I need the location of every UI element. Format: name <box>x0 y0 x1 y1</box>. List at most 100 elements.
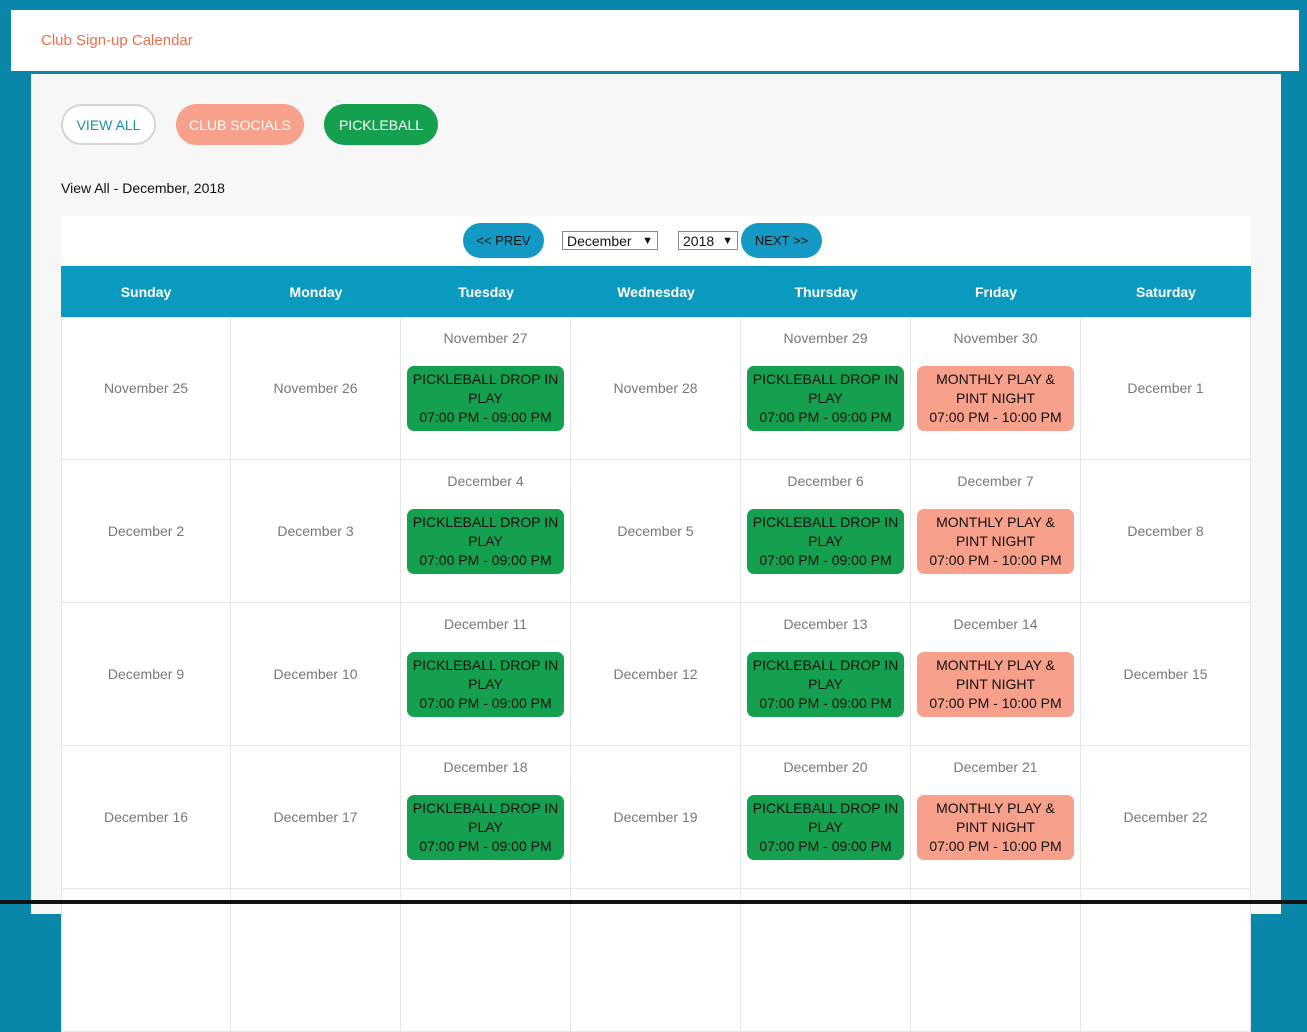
day-cell[interactable]: November 28 <box>571 317 741 460</box>
day-date: November 25 <box>103 380 189 396</box>
calendar-week: December 16 December 17 December 18 PICK… <box>61 746 1251 889</box>
view-all-button[interactable]: VIEW ALL <box>61 104 156 145</box>
day-cell[interactable]: December 14 MONTHLY PLAY & PINT NIGHT 07… <box>911 603 1081 746</box>
next-month-button[interactable]: NEXT >> <box>741 223 822 258</box>
weekday-thursday: Thursday <box>794 283 858 300</box>
day-cell[interactable]: December 1 <box>1081 317 1251 460</box>
event-title-line2: PINT NIGHT <box>955 676 1036 692</box>
event-time: 07:00 PM - 09:00 PM <box>759 409 892 425</box>
event-title-line1: MONTHLY PLAY & <box>936 657 1055 673</box>
event-time: 07:00 PM - 10:00 PM <box>929 695 1062 711</box>
pickleball-button[interactable]: PICKLEBALL <box>324 104 438 145</box>
day-cell[interactable] <box>911 889 1081 1032</box>
day-cell[interactable]: December 9 <box>61 603 231 746</box>
year-select[interactable]: 2018 ▼ <box>678 231 738 250</box>
day-cell[interactable]: November 27 PICKLEBALL DROP IN PLAY 07:0… <box>401 317 571 460</box>
calendar-week <box>61 889 1251 1032</box>
pickleball-event[interactable]: PICKLEBALL DROP IN PLAY 07:00 PM - 09:00… <box>747 509 904 574</box>
day-date: December 13 <box>783 616 868 632</box>
day-cell[interactable]: December 17 <box>231 746 401 889</box>
day-cell[interactable]: December 12 <box>571 603 741 746</box>
day-cell[interactable]: December 16 <box>61 746 231 889</box>
event-time: 07:00 PM - 09:00 PM <box>419 695 552 711</box>
social-event[interactable]: MONTHLY PLAY & PINT NIGHT 07:00 PM - 10:… <box>917 509 1074 574</box>
day-cell[interactable] <box>231 889 401 1032</box>
day-cell[interactable]: December 4 PICKLEBALL DROP IN PLAY 07:00… <box>401 460 571 603</box>
event-title-line1: PICKLEBALL DROP IN <box>752 657 899 673</box>
day-cell[interactable] <box>741 889 911 1032</box>
day-date: December 6 <box>787 473 864 489</box>
weekday-tuesday: Tuesday <box>458 283 514 300</box>
event-title-line1: MONTHLY PLAY & <box>936 800 1055 816</box>
window-bottom-edge <box>0 900 1307 904</box>
day-cell[interactable]: November 26 <box>231 317 401 460</box>
event-title-line2: PLAY <box>808 390 843 406</box>
day-date: December 1 <box>1127 380 1204 396</box>
prev-month-button[interactable]: << PREV <box>463 223 544 258</box>
day-date: December 15 <box>1123 666 1208 682</box>
day-cell[interactable] <box>61 889 231 1032</box>
chevron-down-icon: ▼ <box>642 234 653 247</box>
day-date: December 9 <box>107 666 185 682</box>
day-cell[interactable]: December 15 <box>1081 603 1251 746</box>
event-time: 07:00 PM - 09:00 PM <box>759 695 892 711</box>
day-cell[interactable]: December 22 <box>1081 746 1251 889</box>
month-select[interactable]: December ▼ <box>562 231 658 250</box>
day-cell[interactable] <box>571 889 741 1032</box>
day-cell[interactable]: December 7 MONTHLY PLAY & PINT NIGHT 07:… <box>911 460 1081 603</box>
event-time: 07:00 PM - 10:00 PM <box>929 838 1062 854</box>
calendar-grid: Sunday Monday Tuesday Wednesday Thursday… <box>61 266 1251 1032</box>
day-date: November 29 <box>783 330 868 346</box>
pickleball-event[interactable]: PICKLEBALL DROP IN PLAY 07:00 PM - 09:00… <box>407 652 564 717</box>
day-date: December 11 <box>443 616 527 632</box>
day-cell[interactable]: December 13 PICKLEBALL DROP IN PLAY 07:0… <box>741 603 911 746</box>
day-date: November 27 <box>443 330 528 346</box>
pickleball-event[interactable]: PICKLEBALL DROP IN PLAY 07:00 PM - 09:00… <box>407 795 564 860</box>
day-cell[interactable]: December 2 <box>61 460 231 603</box>
day-cell[interactable]: November 30 MONTHLY PLAY & PINT NIGHT 07… <box>911 317 1081 460</box>
day-cell[interactable]: December 18 PICKLEBALL DROP IN PLAY 07:0… <box>401 746 571 889</box>
event-title-line2: PLAY <box>468 533 503 549</box>
day-date: December 17 <box>273 809 358 825</box>
day-cell[interactable]: December 10 <box>231 603 401 746</box>
day-cell[interactable]: December 20 PICKLEBALL DROP IN PLAY 07:0… <box>741 746 911 889</box>
day-date: December 14 <box>953 616 1038 632</box>
social-event[interactable]: MONTHLY PLAY & PINT NIGHT 07:00 PM - 10:… <box>917 366 1074 431</box>
day-cell[interactable]: November 25 <box>61 317 231 460</box>
social-event[interactable]: MONTHLY PLAY & PINT NIGHT 07:00 PM - 10:… <box>917 652 1074 717</box>
pickleball-event[interactable]: PICKLEBALL DROP IN PLAY 07:00 PM - 09:00… <box>747 652 904 717</box>
day-date: December 22 <box>1123 809 1208 825</box>
club-socials-button[interactable]: CLUB SOCIALS <box>176 104 304 145</box>
day-cell[interactable]: December 11 PICKLEBALL DROP IN PLAY 07:0… <box>401 603 571 746</box>
event-title-line2: PLAY <box>808 676 843 692</box>
day-cell[interactable] <box>401 889 571 1032</box>
day-date: December 8 <box>1127 523 1204 539</box>
pickleball-event[interactable]: PICKLEBALL DROP IN PLAY 07:00 PM - 09:00… <box>407 509 564 574</box>
pickleball-event[interactable]: PICKLEBALL DROP IN PLAY 07:00 PM - 09:00… <box>747 795 904 860</box>
event-title-line2: PLAY <box>808 819 843 835</box>
day-date: December 5 <box>617 523 694 539</box>
social-event[interactable]: MONTHLY PLAY & PINT NIGHT 07:00 PM - 10:… <box>917 795 1074 860</box>
pickleball-event[interactable]: PICKLEBALL DROP IN PLAY 07:00 PM - 09:00… <box>747 366 904 431</box>
calendar-nav: << PREV December ▼ 2018 ▼ NEXT >> <box>61 216 1251 266</box>
day-cell[interactable]: December 21 MONTHLY PLAY & PINT NIGHT 07… <box>911 746 1081 889</box>
weekday-header: Sunday Monday Tuesday Wednesday Thursday… <box>61 266 1251 317</box>
day-cell[interactable]: November 29 PICKLEBALL DROP IN PLAY 07:0… <box>741 317 911 460</box>
pickleball-event[interactable]: PICKLEBALL DROP IN PLAY 07:00 PM - 09:00… <box>407 366 564 431</box>
event-title-line2: PINT NIGHT <box>955 533 1036 549</box>
day-cell[interactable]: December 5 <box>571 460 741 603</box>
day-cell[interactable]: December 6 PICKLEBALL DROP IN PLAY 07:00… <box>741 460 911 603</box>
day-date: December 18 <box>443 759 528 775</box>
page-title: Club Sign-up Calendar <box>41 32 193 49</box>
event-title-line1: PICKLEBALL DROP IN <box>752 371 899 387</box>
day-cell[interactable] <box>1081 889 1251 1032</box>
day-cell[interactable]: December 8 <box>1081 460 1251 603</box>
day-cell[interactable]: December 3 <box>231 460 401 603</box>
event-title-line2: PLAY <box>808 533 843 549</box>
day-date: November 30 <box>953 330 1038 346</box>
weekday-friday: Frıday <box>974 283 1017 300</box>
chevron-down-icon: ▼ <box>722 234 733 247</box>
day-cell[interactable]: December 19 <box>571 746 741 889</box>
event-title-line1: PICKLEBALL DROP IN <box>412 514 559 530</box>
calendar-week: November 25 November 26 November 27 PICK… <box>61 317 1251 460</box>
